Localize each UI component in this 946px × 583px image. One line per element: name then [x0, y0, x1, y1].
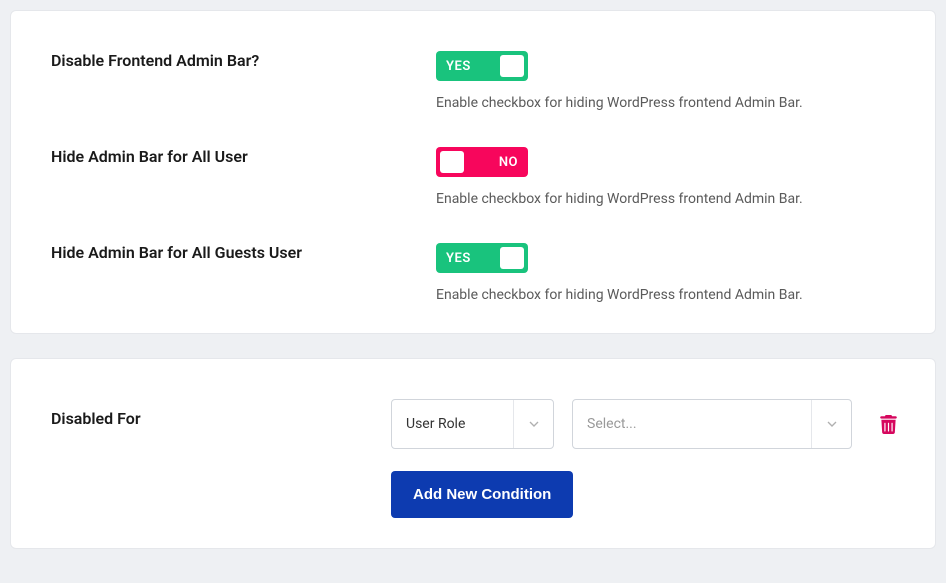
toggle-yes-text: YES — [446, 59, 471, 74]
helper-text: Enable checkbox for hiding WordPress fro… — [436, 191, 895, 207]
setting-row-hide-all-user: Hide Admin Bar for All User NO Enable ch… — [51, 147, 895, 207]
select-placeholder: Select... — [573, 416, 811, 432]
toggle-yes-text: YES — [446, 251, 471, 266]
toggle-hide-all-user[interactable]: NO — [436, 147, 528, 177]
setting-label: Disable Frontend Admin Bar? — [51, 51, 436, 70]
toggle-disable-frontend[interactable]: YES — [436, 51, 528, 81]
toggle-hide-guests[interactable]: YES — [436, 243, 528, 273]
settings-panel: Disable Frontend Admin Bar? YES Enable c… — [10, 10, 936, 334]
toggle-knob — [500, 247, 524, 269]
setting-row-hide-guests: Hide Admin Bar for All Guests User YES E… — [51, 243, 895, 303]
delete-condition-button[interactable] — [880, 415, 897, 434]
add-new-condition-button[interactable]: Add New Condition — [391, 471, 573, 518]
toggle-knob — [440, 151, 464, 173]
select-value-dropdown[interactable]: Select... — [572, 399, 852, 449]
select-value: User Role — [392, 416, 513, 432]
chevron-down-icon — [513, 400, 553, 448]
select-user-role[interactable]: User Role — [391, 399, 554, 449]
helper-text: Enable checkbox for hiding WordPress fro… — [436, 95, 895, 111]
setting-label: Hide Admin Bar for All Guests User — [51, 243, 436, 262]
toggle-no-text: NO — [499, 155, 518, 170]
toggle-knob — [500, 55, 524, 77]
helper-text: Enable checkbox for hiding WordPress fro… — [436, 287, 895, 303]
conditions-panel: Disabled For User Role Select... — [10, 358, 936, 549]
chevron-down-icon — [811, 400, 851, 448]
trash-icon — [880, 415, 897, 434]
setting-label: Hide Admin Bar for All User — [51, 147, 436, 166]
setting-row-disable-frontend: Disable Frontend Admin Bar? YES Enable c… — [51, 51, 895, 111]
condition-label: Disabled For — [51, 409, 391, 428]
